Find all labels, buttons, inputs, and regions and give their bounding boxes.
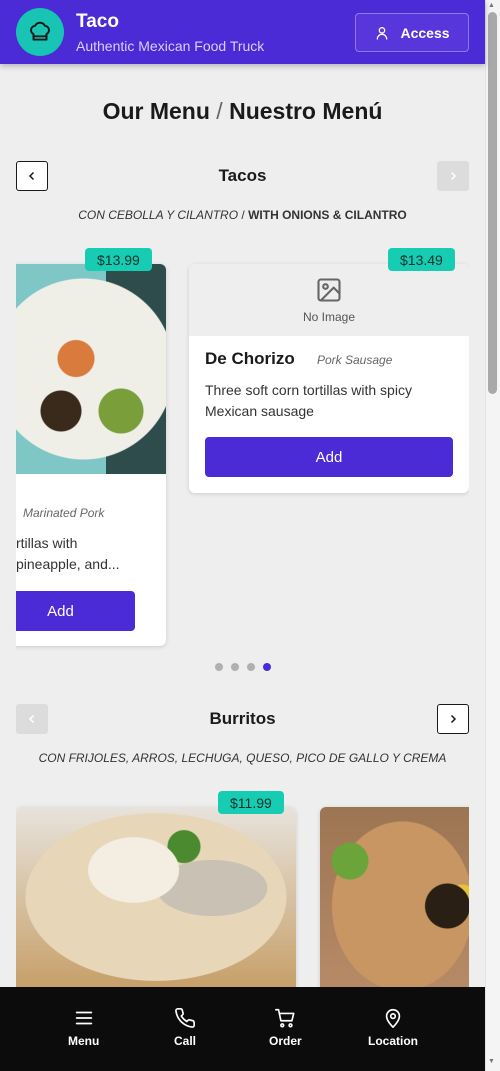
menu-title-es: Nuestro Menú bbox=[229, 98, 383, 124]
cart-icon bbox=[275, 1008, 295, 1028]
pager-dot-active[interactable] bbox=[262, 663, 271, 671]
menu-card-burrito bbox=[16, 807, 296, 987]
brand-name: Taco bbox=[76, 11, 119, 32]
tacos-carousel[interactable]: Marinated Pork rtillas with pineapple, a… bbox=[16, 240, 469, 655]
scroll-up-arrow[interactable]: ▲ bbox=[488, 2, 495, 9]
title-separator: / bbox=[216, 98, 223, 124]
nav-location[interactable]: Location bbox=[368, 1007, 418, 1048]
page-title: Our Menu / Nuestro Menú bbox=[0, 98, 485, 125]
menu-card-de-chorizo: No Image De Chorizo Pork Sausage Three s… bbox=[189, 264, 469, 493]
tacos-note-es: CON CEBOLLA Y CILANTRO bbox=[78, 208, 239, 222]
price-badge: $13.49 bbox=[388, 248, 455, 271]
card-subtitle: Pork Sausage bbox=[317, 353, 393, 367]
tacos-pager bbox=[0, 663, 485, 671]
burritos-note: CON FRIJOLES, ARROS, LECHUGA, QUESO, PIC… bbox=[38, 751, 447, 765]
menu-card-burrito-2 bbox=[320, 807, 469, 987]
nav-call[interactable]: Call bbox=[174, 1007, 196, 1048]
burritos-carousel[interactable]: $11.99 bbox=[16, 783, 469, 987]
chef-hat-icon bbox=[30, 21, 50, 41]
chevron-right-icon bbox=[450, 171, 457, 181]
nav-order[interactable]: Order bbox=[269, 1007, 302, 1048]
burritos-next-button[interactable] bbox=[437, 704, 469, 734]
access-button[interactable]: Access bbox=[355, 13, 469, 52]
tacos-note-sep: / bbox=[241, 208, 245, 222]
nav-location-label: Location bbox=[368, 1034, 418, 1048]
menu-icon bbox=[75, 1011, 92, 1025]
brand-subtitle: Authentic Mexican Food Truck bbox=[76, 38, 265, 54]
tacos-next-button[interactable] bbox=[437, 161, 469, 191]
image-icon bbox=[317, 278, 341, 302]
phone-icon bbox=[175, 1008, 195, 1028]
chef-hat-logo[interactable] bbox=[16, 8, 64, 56]
access-label: Access bbox=[400, 24, 450, 41]
no-image-label: No Image bbox=[302, 310, 356, 324]
card-subtitle: Marinated Pork bbox=[23, 506, 105, 520]
nav-call-label: Call bbox=[174, 1034, 197, 1048]
card-description: Three soft corn tortillas with spicy Mex… bbox=[205, 382, 412, 419]
card-title: De Chorizo bbox=[205, 349, 295, 368]
price-badge: $13.99 bbox=[85, 248, 152, 271]
scroll-down-arrow[interactable]: ▼ bbox=[488, 1058, 495, 1065]
burrito-photo bbox=[320, 807, 469, 987]
nav-order-label: Order bbox=[269, 1034, 302, 1048]
app-header: Taco Authentic Mexican Food Truck Access bbox=[0, 0, 485, 64]
nav-menu[interactable]: Menu bbox=[68, 1007, 99, 1048]
scrollbar-thumb[interactable] bbox=[488, 12, 497, 394]
add-button[interactable]: Add bbox=[205, 437, 453, 477]
nav-menu-label: Menu bbox=[68, 1034, 100, 1048]
tacos-note-en: WITH ONIONS & CILANTRO bbox=[248, 208, 407, 222]
map-pin-icon bbox=[385, 1008, 401, 1028]
pager-dot[interactable] bbox=[214, 663, 223, 671]
section-title-burritos: Burritos bbox=[209, 709, 276, 728]
add-button[interactable]: Add bbox=[16, 591, 135, 631]
menu-card-partial: Marinated Pork rtillas with pineapple, a… bbox=[16, 264, 166, 646]
menu-title-en: Our Menu bbox=[102, 98, 210, 124]
bottom-nav: Menu Call Order Location bbox=[0, 987, 485, 1071]
price-badge: $11.99 bbox=[218, 791, 284, 814]
user-icon bbox=[377, 26, 388, 40]
image-placeholder: No Image bbox=[189, 264, 469, 336]
burrito-photo bbox=[16, 807, 296, 987]
pager-dot[interactable] bbox=[230, 663, 239, 671]
section-title-tacos: Tacos bbox=[218, 166, 267, 185]
pager-dot[interactable] bbox=[246, 663, 255, 671]
taco-photo bbox=[16, 264, 166, 474]
chevron-right-icon bbox=[450, 714, 457, 724]
card-description: rtillas with pineapple, and... bbox=[16, 535, 120, 572]
tacos-note: CON CEBOLLA Y CILANTRO / WITH ONIONS & C… bbox=[0, 208, 485, 222]
